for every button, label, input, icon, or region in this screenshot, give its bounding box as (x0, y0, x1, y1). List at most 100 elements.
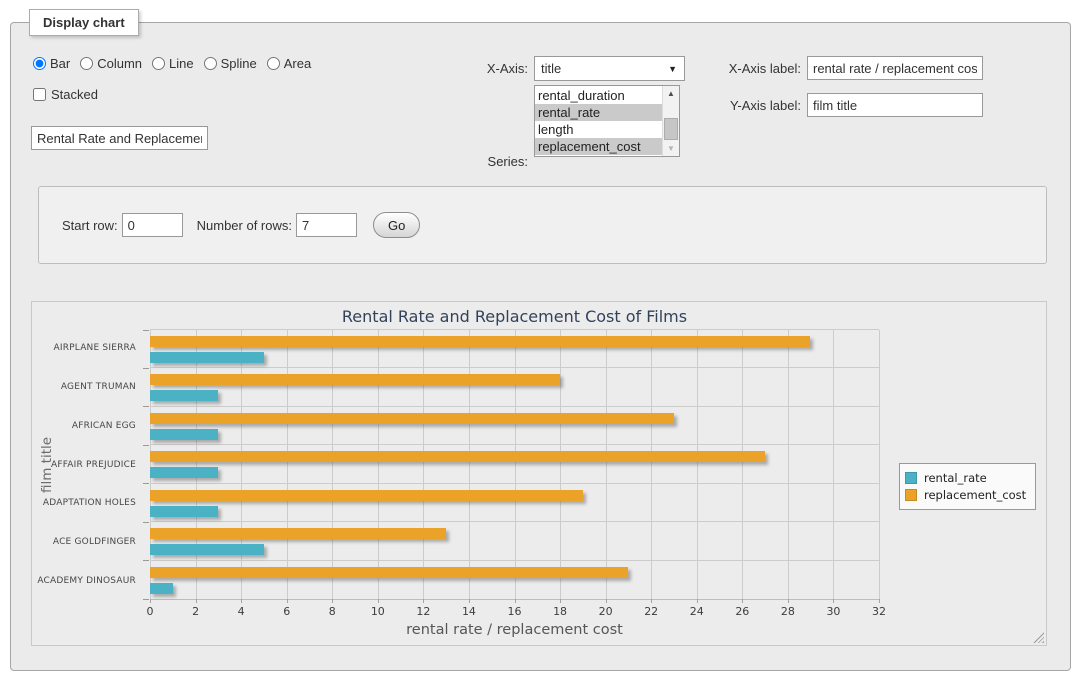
chart-type-radio-column[interactable] (80, 57, 93, 70)
bar-rental_rate (150, 506, 218, 517)
chart-type-option-area[interactable]: Area (267, 56, 311, 71)
bar-rental_rate (150, 544, 264, 555)
bar-replacement_cost (150, 336, 810, 347)
y-axis-tick (143, 522, 149, 523)
start-row-input[interactable] (122, 213, 183, 237)
category-row (150, 561, 879, 599)
series-option-length[interactable]: length (535, 121, 662, 138)
scrollbar-thumb[interactable] (664, 118, 678, 140)
category-label: ADAPTATION HOLES (32, 484, 143, 523)
x-tick-label: 32 (872, 605, 886, 618)
bar-replacement_cost (150, 567, 628, 578)
x-axis-label-caption: X-Axis label: (701, 57, 801, 81)
y-axis-tick (143, 368, 149, 369)
chart-type-radio-spline[interactable] (204, 57, 217, 70)
bar-replacement_cost (150, 490, 583, 501)
chart-type-option-column[interactable]: Column (80, 56, 142, 71)
bar-rental_rate (150, 467, 218, 478)
go-button[interactable]: Go (373, 212, 420, 238)
series-option-rental_rate[interactable]: rental_rate (535, 104, 662, 121)
legend-label-replacement_cost: replacement_cost (924, 488, 1026, 502)
chart-type-option-line[interactable]: Line (152, 56, 194, 71)
chart-type-option-spline[interactable]: Spline (204, 56, 257, 71)
num-rows-label: Number of rows: (197, 218, 292, 233)
chart-type-label-line: Line (169, 56, 194, 71)
x-axis-tick (560, 599, 561, 603)
series-option-rental_duration[interactable]: rental_duration (535, 87, 662, 104)
x-tick-label: 8 (329, 605, 336, 618)
resize-grip-icon[interactable] (1033, 632, 1044, 643)
display-chart-panel: Display chart BarColumnLineSplineArea St… (10, 22, 1071, 671)
x-tick-label: 24 (690, 605, 704, 618)
bar-rental_rate (150, 429, 218, 440)
x-tick-label: 28 (781, 605, 795, 618)
bar-replacement_cost (150, 528, 446, 539)
category-row (150, 368, 879, 406)
legend-item-rental_rate: rental_rate (905, 471, 1026, 485)
category-row (150, 445, 879, 483)
x-axis-tick (515, 599, 516, 603)
x-axis-tick (697, 599, 698, 603)
series-multiselect: rental_durationrental_ratelengthreplacem… (534, 85, 680, 157)
stacked-checkbox[interactable] (33, 88, 46, 101)
scrollbar-up-arrow-icon[interactable]: ▲ (663, 86, 679, 101)
legend-item-replacement_cost: replacement_cost (905, 488, 1026, 502)
x-tick-label: 0 (147, 605, 154, 618)
x-axis-tick (879, 599, 880, 603)
x-tick-label: 14 (462, 605, 476, 618)
legend-swatch-rental_rate (905, 472, 917, 484)
bar-replacement_cost (150, 413, 674, 424)
category-labels: AIRPLANE SIERRAAGENT TRUMANAFRICAN EGGAF… (32, 329, 143, 600)
row-range-panel: Start row: Number of rows: Go (38, 186, 1047, 264)
category-label: ACADEMY DINOSAUR (32, 561, 143, 600)
bar-replacement_cost (150, 451, 765, 462)
chart-title: Rental Rate and Replacement Cost of Film… (150, 307, 879, 326)
chart-type-option-bar[interactable]: Bar (33, 56, 70, 71)
category-label: AGENT TRUMAN (32, 368, 143, 407)
series-scrollbar[interactable]: ▲ ▼ (662, 86, 679, 156)
start-row-label: Start row: (62, 218, 118, 233)
x-axis-tick (287, 599, 288, 603)
x-tick-label: 22 (644, 605, 658, 618)
series-option-replacement_cost[interactable]: replacement_cost (535, 138, 662, 155)
xtick-labels: 02468101214161820222426283032 (150, 605, 879, 619)
x-axis-tick (150, 599, 151, 603)
category-row (150, 330, 879, 368)
x-tick-label: 4 (238, 605, 245, 618)
x-axis-tick (241, 599, 242, 603)
y-axis-tick (143, 560, 149, 561)
y-axis-label-caption: Y-Axis label: (701, 94, 801, 118)
x-axis-tick (606, 599, 607, 603)
chart-type-radio-area[interactable] (267, 57, 280, 70)
x-tick-label: 2 (192, 605, 199, 618)
scrollbar-down-arrow-icon[interactable]: ▼ (663, 141, 679, 156)
stacked-label: Stacked (51, 87, 98, 102)
x-tick-label: 20 (599, 605, 613, 618)
bar-replacement_cost (150, 374, 560, 385)
x-tick-label: 6 (283, 605, 290, 618)
x-axis-select-label: X-Axis: (411, 57, 528, 81)
x-axis-label-input[interactable] (807, 56, 983, 80)
category-row (150, 522, 879, 560)
x-axis-selected-value: title (541, 61, 561, 76)
category-row (150, 407, 879, 445)
y-axis-tick (143, 406, 149, 407)
chart-type-radio-line[interactable] (152, 57, 165, 70)
num-rows-input[interactable] (296, 213, 357, 237)
chart-type-label-area: Area (284, 56, 311, 71)
y-axis-tick (143, 483, 149, 484)
x-axis-tick (651, 599, 652, 603)
x-tick-label: 18 (553, 605, 567, 618)
x-axis-tick (332, 599, 333, 603)
bar-rental_rate (150, 390, 218, 401)
chart-title-input[interactable] (31, 126, 208, 150)
y-axis-tick (143, 330, 149, 331)
chart-type-radio-bar[interactable] (33, 57, 46, 70)
x-axis-tick (833, 599, 834, 603)
x-axis-tick (742, 599, 743, 603)
y-axis-tick (143, 445, 149, 446)
y-axis-label-input[interactable] (807, 93, 983, 117)
x-axis-tick (378, 599, 379, 603)
series-select-label: Series: (411, 150, 528, 174)
x-axis-select[interactable]: title ▼ (534, 56, 685, 81)
